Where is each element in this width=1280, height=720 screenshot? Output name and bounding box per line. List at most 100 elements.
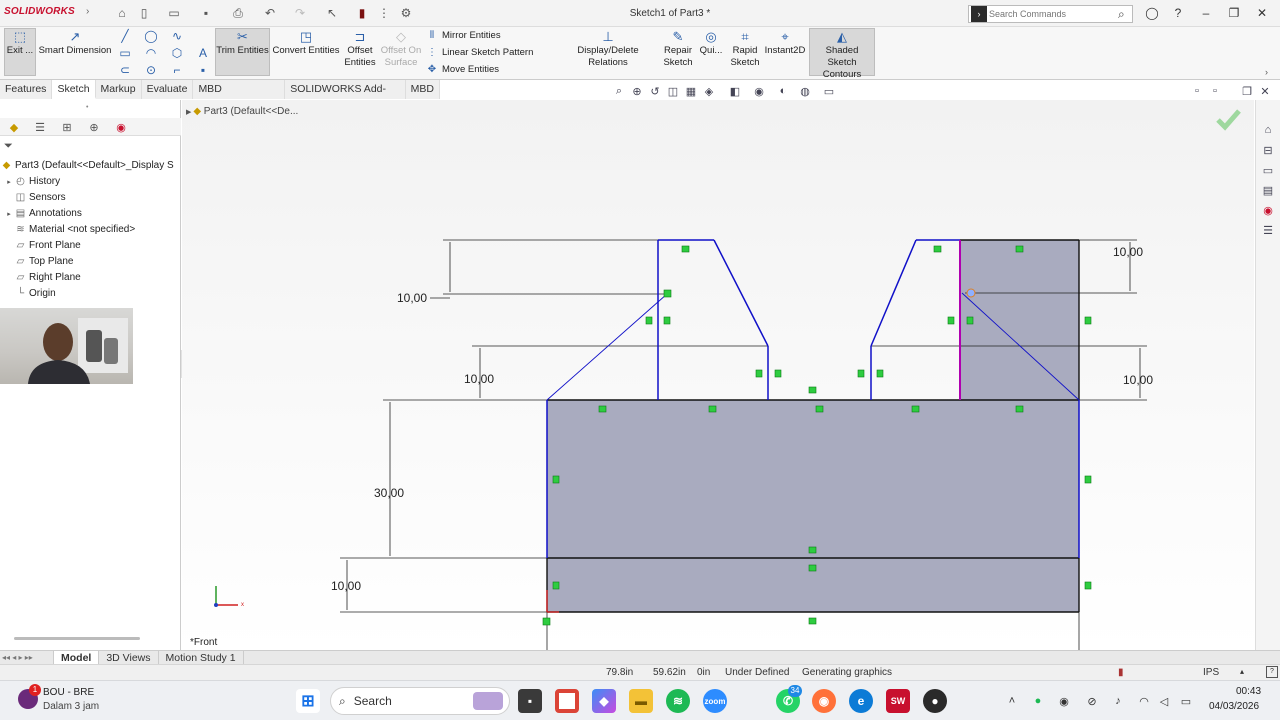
tray-app-icon[interactable]: ◉ [1056, 693, 1072, 709]
new-document-icon[interactable]: ▯ [136, 5, 152, 21]
mirror-entities-button[interactable]: ⫴ Mirror Entities [426, 30, 501, 41]
tab-solidworks-addins[interactable]: SOLIDWORKS Add-Ins [285, 80, 406, 114]
help-icon[interactable]: ? [1170, 5, 1186, 21]
instant2d-button[interactable]: ⌖ Instant2D [764, 29, 806, 57]
tab-features[interactable]: Features [0, 80, 53, 99]
view-palette-icon[interactable]: ▤ [1259, 182, 1277, 198]
zoom-to-fit-icon[interactable]: ⌕ [612, 84, 626, 98]
view-orientation-icon[interactable]: ◈ [702, 84, 716, 98]
ribbon-expand-icon[interactable]: › [1265, 67, 1268, 77]
tab-mbd-dimensions[interactable]: MBD Dimensions [193, 80, 286, 114]
dimension-mid-right[interactable]: 10,00 [1123, 373, 1153, 387]
volume-icon[interactable]: ◁ [1156, 693, 1172, 709]
section-view-icon[interactable]: ◫ [666, 84, 680, 98]
solidworks-taskbar-icon[interactable]: SW [886, 689, 910, 713]
custom-properties-icon[interactable]: ☰ [1259, 222, 1277, 238]
zoom-icon[interactable]: zoom [703, 689, 727, 713]
dimension-base-height[interactable]: 30,00 [374, 486, 404, 500]
slot-icon[interactable]: ⊂ [118, 63, 132, 77]
rapid-sketch-button[interactable]: ⌗ Rapid Sketch [728, 29, 762, 69]
home-icon[interactable]: ⌂ [114, 5, 130, 21]
select-arrow-icon[interactable]: ↖ [324, 5, 340, 21]
file-explorer-icon[interactable]: ▭ [1259, 162, 1277, 178]
traffic-light-icon[interactable]: ⋮ [376, 5, 392, 21]
hide-show-items-icon[interactable]: ◉ [752, 84, 766, 98]
spotify-icon[interactable]: ≋ [666, 689, 690, 713]
search-input[interactable] [989, 9, 1118, 19]
point-icon[interactable]: ▪ [196, 63, 210, 77]
apply-scene-icon[interactable]: ◍ [798, 84, 812, 98]
previous-view-icon[interactable]: ↺ [648, 84, 662, 98]
edit-appearance-icon[interactable]: ◐ [776, 84, 790, 98]
tree-item-front-plane[interactable]: ▱ Front Plane [4, 238, 185, 254]
tree-item-annotations[interactable]: ▸ ▤ Annotations [4, 206, 185, 222]
viewport-minimize-icon[interactable]: ▫ [1190, 84, 1204, 98]
dimension-top-right[interactable]: 10,00 [1113, 245, 1143, 259]
polygon-icon[interactable]: ⬡ [170, 46, 184, 60]
offset-on-surface-button[interactable]: ◇ Offset On Surface [380, 29, 422, 69]
line-icon[interactable]: ╱ [118, 29, 132, 43]
edge-icon[interactable]: e [849, 689, 873, 713]
shaded-sketch-contours-button[interactable]: ◭ Shaded Sketch Contours [809, 28, 875, 80]
tree-root-part[interactable]: ◆ Part3 (Default<<Default>_Display S [0, 158, 181, 174]
offset-entities-button[interactable]: ⊐ Offset Entities [342, 29, 378, 69]
exit-sketch-button[interactable]: ⬚ Exit ... [4, 28, 36, 76]
panel-grip-icon[interactable]: • [86, 104, 88, 111]
dimension-mid-left[interactable]: 10,00 [464, 372, 494, 386]
viewport-close-icon[interactable]: ✕ [1258, 84, 1272, 98]
clock-time[interactable]: 00:43 [1236, 686, 1261, 697]
show-hidden-icons-icon[interactable]: ˄ [1004, 693, 1020, 709]
tree-item-history[interactable]: ▸ ◴ History [4, 174, 185, 190]
taskbar-search[interactable]: ⌕ Search [330, 687, 510, 715]
tab-model[interactable]: Model [54, 651, 100, 665]
firefox-icon[interactable]: ◉ [812, 689, 836, 713]
fillet-icon[interactable]: ⌐ [170, 63, 184, 77]
search-commands-box[interactable]: › ⌕ [968, 5, 1133, 23]
rectangle-icon[interactable]: ▭ [118, 46, 132, 60]
battery-icon[interactable]: ▭ [1178, 693, 1194, 709]
rebuild-indicator-icon[interactable]: ▮ [1118, 667, 1124, 678]
clock-date[interactable]: 04/03/2026 [1209, 701, 1259, 712]
convert-entities-button[interactable]: ◳ Convert Entities [272, 29, 340, 57]
unit-system[interactable]: IPS [1203, 667, 1219, 678]
notification-title[interactable]: BOU - BRE [43, 687, 94, 698]
expand-arrow-icon[interactable]: ▸ [4, 207, 14, 222]
display-style-icon[interactable]: ◧ [728, 84, 742, 98]
dimxpert-icon[interactable]: ⊕ [84, 119, 104, 135]
tree-item-top-plane[interactable]: ▱ Top Plane [4, 254, 185, 270]
viewport-tile-icon[interactable]: ▫ [1208, 84, 1222, 98]
microphone-icon[interactable]: ♪ [1110, 693, 1126, 709]
dimension-bottom[interactable]: 10,00 [331, 579, 361, 593]
dynamic-annotation-icon[interactable]: ▦ [684, 84, 698, 98]
tree-item-right-plane[interactable]: ▱ Right Plane [4, 270, 185, 286]
task-view-icon[interactable]: ▪ [518, 689, 542, 713]
move-entities-button[interactable]: ✥ Move Entities [426, 64, 499, 75]
design-library-icon[interactable]: ⊟ [1259, 142, 1277, 158]
tab-3d-views[interactable]: 3D Views [99, 651, 159, 665]
minimize-icon[interactable]: – [1198, 5, 1214, 21]
wifi-icon[interactable]: ◠ [1136, 693, 1152, 709]
repair-sketch-button[interactable]: ✎ Repair Sketch [660, 29, 696, 69]
undo-icon[interactable]: ↶ [262, 5, 278, 21]
tree-item-sensors[interactable]: ◫ Sensors [4, 190, 185, 206]
tab-motion-study[interactable]: Motion Study 1 [159, 651, 244, 665]
dimension-top-left[interactable]: 10,00 [397, 291, 427, 305]
rebuild-icon[interactable]: ▮ [354, 5, 370, 21]
circle-icon[interactable]: ◯ [144, 29, 158, 43]
print-icon[interactable]: ⎙ [230, 5, 246, 21]
windows-start-icon[interactable]: ⊞ [296, 689, 320, 713]
horizontal-scrollbar[interactable] [14, 637, 140, 640]
property-manager-icon[interactable]: ☰ [30, 119, 50, 135]
search-icon[interactable]: ⌕ [1118, 7, 1132, 22]
sketch-drawing[interactable]: 10,00 10,00 30,00 10,00 10,00 10,00 x [182, 100, 1254, 650]
open-folder-icon[interactable]: ▭ [166, 5, 182, 21]
linear-sketch-pattern-button[interactable]: ⋮ Linear Sketch Pattern [426, 47, 533, 58]
chrome-icon[interactable] [555, 689, 579, 713]
trim-entities-button[interactable]: ✂ Trim Entities [215, 28, 270, 76]
copilot-icon[interactable]: ◆ [592, 689, 616, 713]
tray-spotify-icon[interactable]: ● [1030, 693, 1046, 709]
confirm-checkmark-icon[interactable] [1216, 109, 1241, 131]
spline-icon[interactable]: ∿ [170, 29, 184, 43]
display-delete-relations-button[interactable]: ⊥ Display/Delete Relations [558, 29, 658, 69]
configuration-manager-icon[interactable]: ⊞ [57, 119, 77, 135]
